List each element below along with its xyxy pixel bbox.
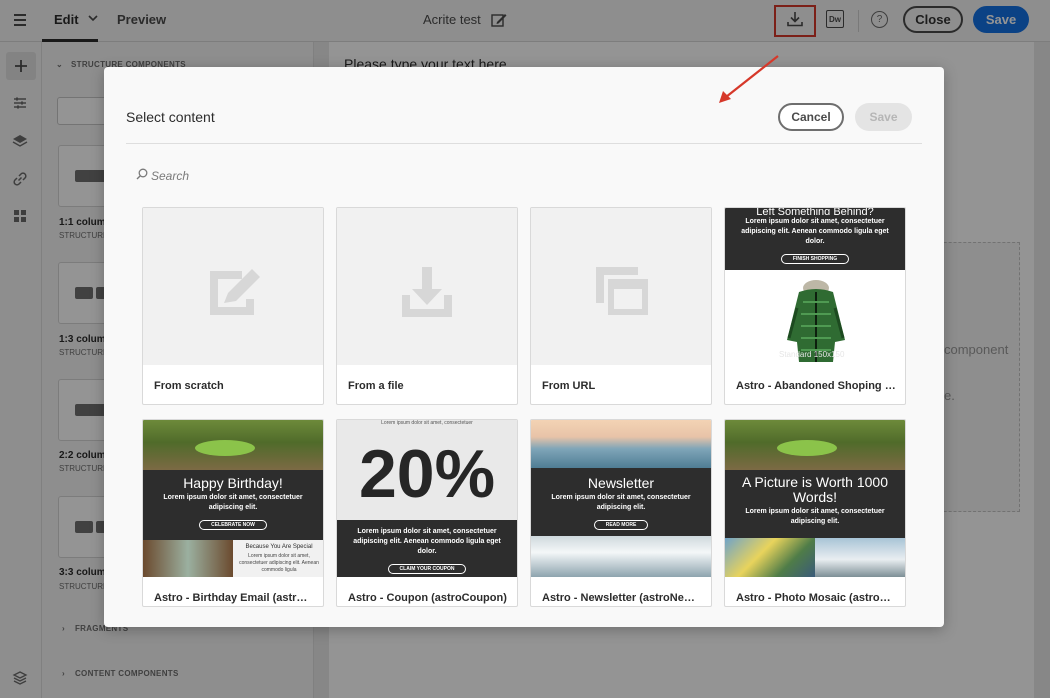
card-thumbnail <box>143 208 323 365</box>
forest-photo <box>725 420 905 470</box>
thumb-body-text: Lorem ipsum dolor sit amet, consectetuer… <box>353 528 501 555</box>
template-search-input[interactable]: Search <box>136 167 436 185</box>
hiker-photo <box>143 540 233 577</box>
card-label: Astro - Coupon (astroCoupon) <box>348 592 507 604</box>
thumb-dark-band: Left Something Behind? Lorem ipsum dolor… <box>725 208 905 270</box>
thumb-sub-body: Lorem ipsum dolor sit amet, consectetuer… <box>239 553 319 573</box>
wave-photo <box>531 536 711 577</box>
thumb-heading: Happy Birthday! <box>183 475 283 491</box>
forest-photo <box>143 420 323 470</box>
card-thumbnail: Left Something Behind? Lorem ipsum dolor… <box>725 208 905 365</box>
card-label: Astro - Birthday Email (astroBirthday) <box>154 592 314 604</box>
template-card-coupon[interactable]: Lorem ipsum dolor sit amet, consectetuer… <box>336 419 518 607</box>
thumb-body-text: Lorem ipsum dolor sit amet, consectetuer… <box>745 508 885 525</box>
thumb-dark-band: Happy Birthday! Lorem ipsum dolor sit am… <box>143 470 323 540</box>
thumb-heading: Newsletter <box>587 475 655 491</box>
template-card-from-file[interactable]: From a file <box>336 207 518 405</box>
thumb-button: CELEBRATE NOW <box>199 520 267 530</box>
template-card-birthday[interactable]: Happy Birthday! Lorem ipsum dolor sit am… <box>142 419 324 607</box>
card-thumbnail: A Picture is Worth 1000 Words! Lorem ips… <box>725 420 905 577</box>
annotation-arrow-icon <box>719 55 779 103</box>
card-thumbnail: Newsletter Lorem ipsum dolor sit amet, c… <box>531 420 711 577</box>
thumb-body-text: Lorem ipsum dolor sit amet, consectetuer… <box>551 494 691 511</box>
card-label: From scratch <box>154 380 224 392</box>
dialog-title: Select content <box>126 109 215 125</box>
select-content-dialog: Select content Cancel Save Search From s… <box>104 67 944 627</box>
template-card-photo-mosaic[interactable]: A Picture is Worth 1000 Words! Lorem ips… <box>724 419 906 607</box>
dialog-save-button[interactable]: Save <box>855 103 912 131</box>
mountain-photo <box>815 538 905 577</box>
thumb-body-text: Lorem ipsum dolor sit amet, consectetuer… <box>163 494 303 511</box>
card-label: Astro - Newsletter (astroNewsletter) <box>542 592 702 604</box>
template-card-newsletter[interactable]: Newsletter Lorem ipsum dolor sit amet, c… <box>530 419 712 607</box>
download-icon <box>402 267 452 317</box>
thumb-button: CLAIM YOUR COUPON <box>387 564 467 574</box>
thumb-button: READ MORE <box>593 520 649 530</box>
card-label: Astro - Abandoned Shoping Cart (astroAba… <box>736 380 896 392</box>
thumb-dark-band: A Picture is Worth 1000 Words! Lorem ips… <box>725 470 905 538</box>
card-label: Astro - Photo Mosaic (astroPhotoMosaic) <box>736 592 896 604</box>
template-card-abandoned-cart[interactable]: Left Something Behind? Lorem ipsum dolor… <box>724 207 906 405</box>
card-thumbnail: Happy Birthday! Lorem ipsum dolor sit am… <box>143 420 323 577</box>
thumb-sub-heading: Because You Are Special <box>245 544 313 550</box>
thumb-heading: A Picture is Worth 1000 Words! <box>741 474 889 505</box>
card-label: From a file <box>348 380 404 392</box>
card-thumbnail <box>531 208 711 365</box>
thumb-caption: Standard 150x150 <box>779 350 845 359</box>
thumb-body-text: Lorem ipsum dolor sit amet, consectetuer… <box>741 218 889 245</box>
windows-icon <box>596 267 648 315</box>
snowboard-photo <box>725 538 815 577</box>
ocean-photo <box>531 420 711 468</box>
thumb-dark-band: Lorem ipsum dolor sit amet, consectetuer… <box>337 520 517 577</box>
thumb-button: FINISH SHOPPING <box>780 254 850 264</box>
thumb-big-number: 20% <box>358 436 496 512</box>
card-thumbnail: Lorem ipsum dolor sit amet, consectetuer… <box>337 420 517 577</box>
edit-icon <box>210 269 260 315</box>
divider <box>126 143 922 144</box>
template-card-from-scratch[interactable]: From scratch <box>142 207 324 405</box>
card-thumbnail <box>337 208 517 365</box>
template-card-from-url[interactable]: From URL <box>530 207 712 405</box>
card-label: From URL <box>542 380 596 392</box>
search-icon <box>136 167 148 185</box>
thumb-heading: Left Something Behind? <box>756 208 874 215</box>
cancel-button[interactable]: Cancel <box>778 103 844 131</box>
thumb-top-text: Lorem ipsum dolor sit amet, consectetuer <box>381 420 473 426</box>
thumb-dark-band: Newsletter Lorem ipsum dolor sit amet, c… <box>531 468 711 536</box>
